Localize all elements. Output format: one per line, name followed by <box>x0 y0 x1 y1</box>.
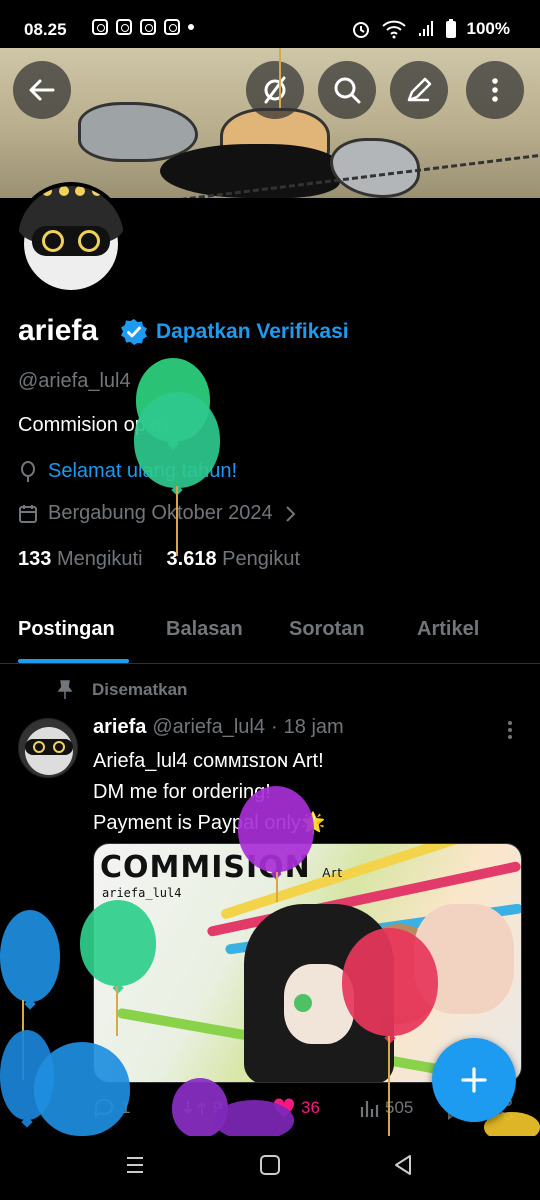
avatar-eye <box>42 230 64 252</box>
profile-name: ariefa <box>18 314 99 347</box>
instagram-icon <box>116 19 132 35</box>
pinned-label-row: Disematkan <box>56 680 187 700</box>
balloon-purple <box>238 786 314 872</box>
avatar-crown <box>42 186 102 198</box>
balloon-icon <box>21 460 35 482</box>
post-author-handle[interactable]: @ariefa_lul4 <box>152 716 265 739</box>
tab-posts[interactable]: Postingan <box>18 618 115 641</box>
views-button[interactable]: 505 <box>359 1098 413 1118</box>
joined-row[interactable]: Bergabung Oktober 2024 <box>18 502 297 525</box>
profile-handle: @ariefa_lul4 <box>18 370 131 392</box>
followers-stat[interactable]: 3.618 Pengikut <box>167 548 300 571</box>
battery-level: 100% <box>466 19 510 38</box>
image-subtitle: ariefa_lul4 <box>102 886 182 900</box>
verified-badge-icon[interactable] <box>120 318 148 346</box>
back-nav-icon[interactable] <box>392 1154 414 1176</box>
system-icons: 100% <box>351 19 510 39</box>
tab-highlights[interactable]: Sorotan <box>289 618 365 641</box>
back-arrow-icon <box>29 79 55 101</box>
balloon-red <box>342 928 438 1036</box>
compose-post-button[interactable] <box>432 1038 516 1122</box>
avatar-eye <box>78 230 100 252</box>
recent-apps-icon[interactable] <box>124 1154 146 1176</box>
tab-articles[interactable]: Artikel <box>417 618 479 641</box>
signal-icon <box>418 21 433 36</box>
edit-icon <box>407 77 432 102</box>
post-time: 18 jam <box>283 716 344 738</box>
home-icon[interactable] <box>259 1154 281 1176</box>
following-stat[interactable]: 133 Mengikuti <box>18 548 143 571</box>
balloon-string <box>276 872 278 902</box>
mute-button[interactable] <box>246 61 304 119</box>
search-button[interactable] <box>318 61 376 119</box>
notification-icons <box>92 19 194 35</box>
profile-avatar[interactable] <box>14 182 128 296</box>
instagram-icon <box>140 19 156 35</box>
back-button[interactable] <box>13 61 71 119</box>
joined-date: Bergabung Oktober 2024 <box>48 502 273 524</box>
get-verified-link[interactable]: Dapatkan Verifikasi <box>156 320 349 344</box>
status-bar: 08.25 100% <box>0 0 540 48</box>
active-tab-indicator <box>18 659 129 663</box>
status-time: 08.25 <box>24 20 67 39</box>
more-notifications-icon <box>188 24 194 30</box>
balloon-string <box>176 486 178 556</box>
balloon-string <box>388 1036 390 1136</box>
views-icon <box>360 1101 379 1117</box>
profile-tabs: Postingan Balasan Sorotan Artikel <box>0 600 540 664</box>
follow-stats: 133 Mengikuti 3.618 Pengikut <box>18 548 300 571</box>
balloon-green <box>80 900 156 986</box>
wifi-icon <box>381 20 406 39</box>
instagram-icon <box>164 19 180 35</box>
alarm-icon <box>352 22 369 38</box>
calendar-icon <box>19 504 37 523</box>
tab-replies[interactable]: Balasan <box>166 618 243 641</box>
post-separator: · <box>270 716 278 738</box>
post-line: Ariefa_lul4 ᴄᴏᴍᴍɪsɪᴏɴ Art! <box>93 750 324 772</box>
search-icon <box>334 77 361 104</box>
balloon-purple <box>214 1100 294 1140</box>
post-header: ariefa @ariefa_lul4 · 18 jam <box>93 716 344 739</box>
battery-icon <box>445 19 456 38</box>
art-character-eye <box>294 994 312 1012</box>
pinned-label: Disematkan <box>92 680 188 699</box>
more-button[interactable] <box>466 61 524 119</box>
edit-button[interactable] <box>390 61 448 119</box>
balloon-blue <box>34 1042 130 1136</box>
balloon-string <box>279 48 281 108</box>
balloon-green <box>134 392 220 488</box>
plus-icon <box>461 1067 487 1093</box>
post-more-icon[interactable] <box>500 720 520 740</box>
system-nav-bar <box>0 1136 540 1200</box>
post-author-name[interactable]: ariefa <box>93 716 146 739</box>
more-icon <box>492 78 498 102</box>
chevron-right-icon <box>285 505 296 522</box>
mute-icon <box>264 76 286 104</box>
pin-icon <box>57 680 73 699</box>
balloon-string <box>116 986 118 1036</box>
balloon-blue <box>0 910 60 1002</box>
post-author-avatar[interactable] <box>18 718 78 778</box>
instagram-icon <box>92 19 108 35</box>
